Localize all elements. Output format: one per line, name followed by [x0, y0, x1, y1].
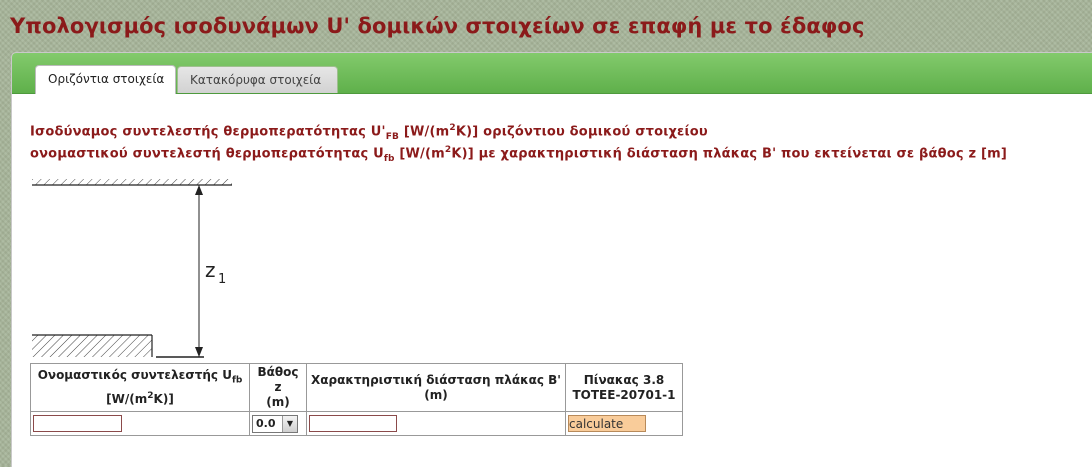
header-depth: Βάθος z (m): [249, 363, 307, 412]
depth-select[interactable]: 0.0 ▼: [252, 414, 298, 433]
arrow-down-icon: [195, 347, 203, 357]
section-heading-line2: ονομαστικού συντελεστή θερμοπερατότητας …: [30, 145, 1008, 164]
arrow-up-icon: [195, 185, 203, 195]
depth-label: z: [205, 258, 216, 282]
b-dimension-input[interactable]: [309, 415, 397, 432]
table-input-row: 0.0 ▼ calculate: [30, 411, 683, 436]
ground-surface-hatch: [32, 179, 232, 185]
chevron-down-icon: ▼: [282, 415, 297, 432]
tab-vertical-elements[interactable]: Κατακόρυφα στοιχεία: [177, 66, 338, 93]
header-nominal-u: Ονομαστικός συντελεστής Ufb [W/(m2K)]: [30, 363, 250, 412]
tab-panel: Οριζόντια στοιχεία Κατακόρυφα στοιχεία Ι…: [11, 52, 1092, 467]
depth-label-sub: 1: [218, 272, 226, 287]
slab-hatch: [32, 335, 152, 357]
page-title: Υπολογισμός ισοδυνάμων U' δομικών στοιχε…: [10, 14, 865, 38]
nominal-u-input[interactable]: [33, 415, 122, 432]
table-header-row: Ονομαστικός συντελεστής Ufb [W/(m2K)] Βά…: [30, 363, 683, 412]
tab-horizontal-elements[interactable]: Οριζόντια στοιχεία: [35, 65, 176, 94]
header-b-dimension: Χαρακτηριστική διάσταση πλάκας B' (m): [306, 363, 566, 412]
calc-table: Ονομαστικός συντελεστής Ufb [W/(m2K)] Βά…: [30, 363, 683, 436]
tab-bar: Οριζόντια στοιχεία Κατακόρυφα στοιχεία: [12, 53, 1092, 94]
depth-selected-value: 0.0: [256, 417, 276, 430]
header-table-ref: Πίνακας 3.8 TOTEE-20701-1: [565, 363, 683, 412]
calculate-button[interactable]: calculate: [568, 415, 646, 432]
depth-diagram: z 1: [32, 179, 232, 358]
section-heading-line1: Ισοδύναμος συντελεστής θερμοπερατότητας …: [30, 123, 708, 142]
